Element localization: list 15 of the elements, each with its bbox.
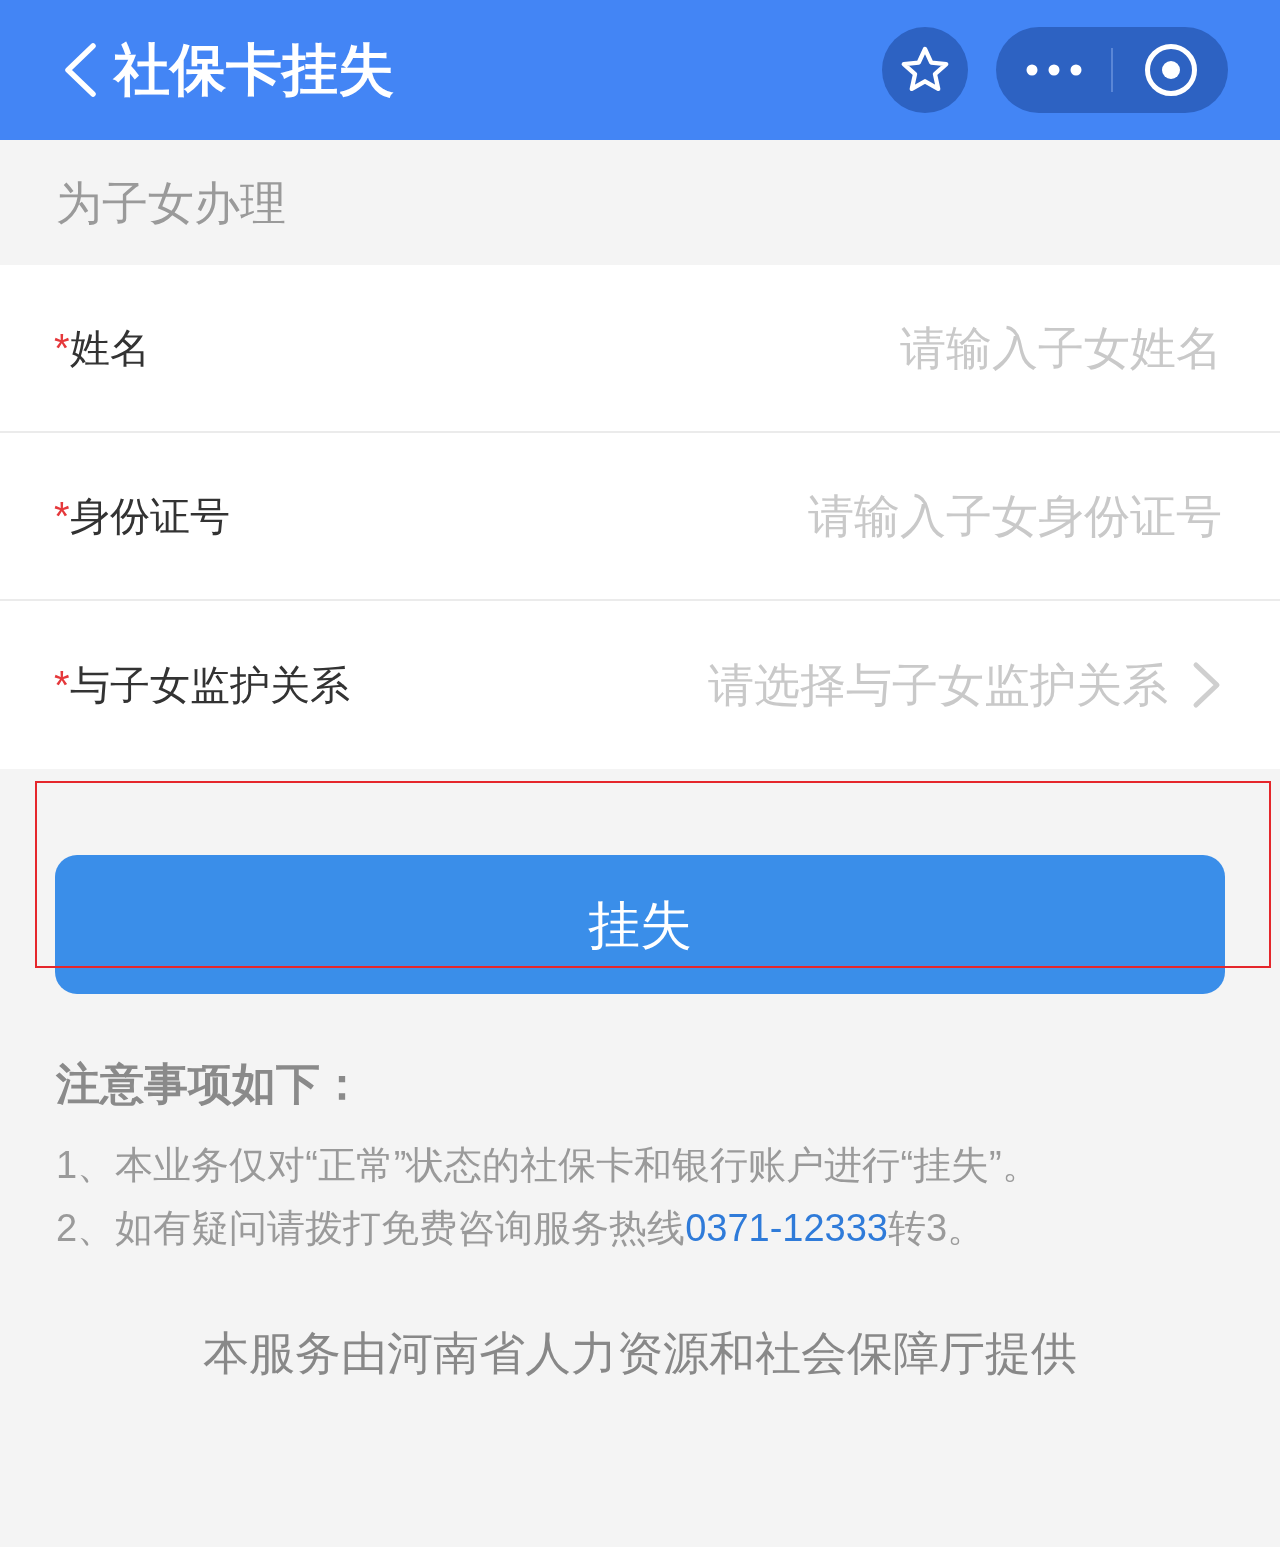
page-title: 社保卡挂失 bbox=[114, 42, 394, 98]
section-label: 为子女办理 bbox=[56, 179, 286, 226]
back-chevron-icon bbox=[63, 43, 97, 97]
provider-footer: 本服务由河南省人力资源和社会保障厅提供 bbox=[203, 1330, 1077, 1376]
notes-title: 注意事项如下： bbox=[56, 1062, 365, 1106]
phone-link[interactable]: 0371-12333 bbox=[685, 1207, 888, 1249]
more-dots-icon bbox=[1025, 64, 1082, 76]
note-text: 1、本业务仅对“正常”状态的社保卡和银行账户进行“挂失”。 bbox=[56, 1143, 1041, 1188]
field-label: *与子女监护关系 bbox=[54, 665, 350, 705]
report-loss-button[interactable]: 挂失 bbox=[55, 855, 1225, 994]
chevron-right-icon bbox=[1192, 661, 1222, 709]
field-label: *姓名 bbox=[54, 328, 150, 368]
field-label: *身份证号 bbox=[54, 496, 230, 536]
target-circle-icon bbox=[1143, 43, 1198, 97]
note-text: 2、如有疑问请拨打免费咨询服务热线0371-12333转3。 bbox=[56, 1206, 987, 1251]
